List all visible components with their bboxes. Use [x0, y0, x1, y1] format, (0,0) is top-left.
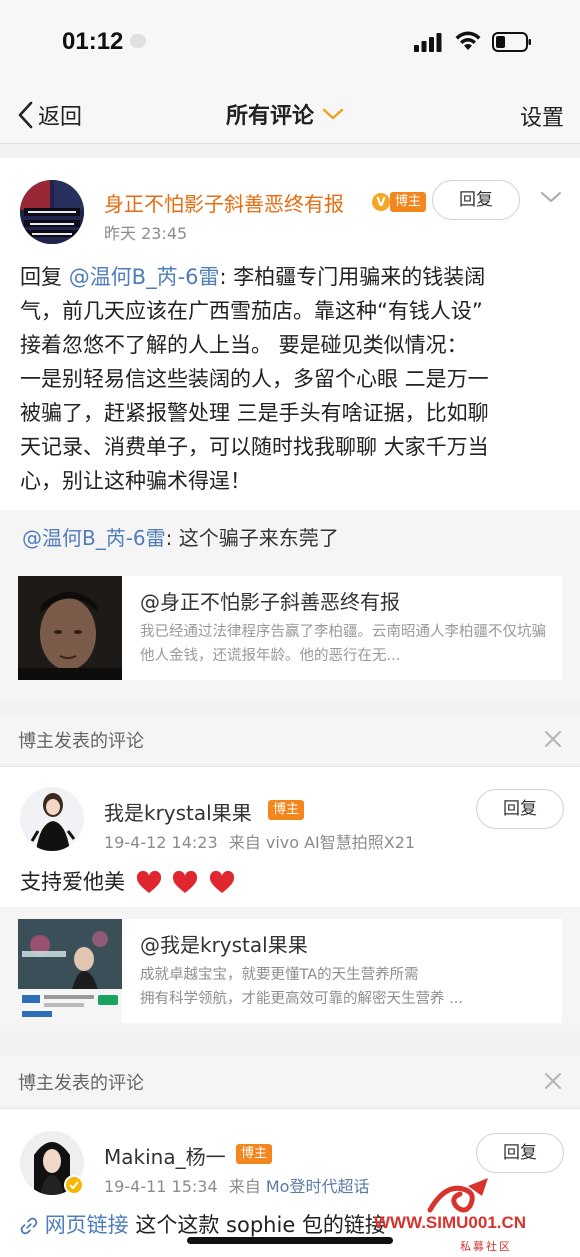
comment-text: 支持爱他美 [20, 870, 125, 894]
comment-body: 支持爱他美 [20, 865, 235, 899]
person-photo-image [18, 576, 122, 680]
watermark: WWW.SIMU001.CN 私募社区 [374, 1176, 574, 1256]
watermark-subtext: 私募社区 [460, 1240, 512, 1253]
section-title: 博主发表的评论 [18, 731, 144, 752]
nav-title-dropdown[interactable]: 所有评论 [226, 98, 344, 130]
wifi-icon [455, 31, 481, 50]
comment-meta: 19-4-12 14:23 来自 vivo AI智慧拍照X21 [104, 829, 415, 853]
close-icon[interactable] [544, 1072, 562, 1090]
comment-line: 心，别让这种骗术得逞！ [20, 469, 251, 493]
source-prefix: 来自 [228, 833, 261, 852]
link-card-desc-line: 成就卓越宝宝，就要更懂TA的天生营养所需 [140, 967, 419, 983]
comment-line: 天记录、消费单子，可以随时找我聊聊 大家千万当 [20, 435, 489, 459]
reply-button[interactable]: 回复 [476, 789, 564, 829]
host-badge: 博主 [390, 192, 427, 212]
status-time: 01:12 [62, 28, 124, 55]
link-thumbnail [18, 919, 122, 1023]
host-badge: 博主 [268, 800, 305, 820]
comment-date: 19-4-11 15:34 [104, 1177, 218, 1196]
comment-source: vivo AI智慧拍照X21 [265, 833, 416, 852]
nav-title: 所有评论 [226, 104, 315, 129]
comment-line-text: : 李柏疆专门用骗来的钱装阔 [219, 265, 486, 289]
link-icon [20, 1217, 38, 1235]
back-button[interactable]: 返回 [16, 98, 82, 132]
host-badge: 博主 [236, 1144, 273, 1164]
author-name[interactable]: 我是krystal果果 [104, 797, 252, 826]
comment-date: 19-4-12 14:23 [104, 833, 218, 852]
link-card-desc-line: 拥有科学领航，才能更高效可靠的解密天生营养 ... [140, 991, 463, 1007]
mention-link[interactable]: @温何B_芮-6雷 [69, 265, 220, 289]
quoted-text: @温何B_芮-6雷: 这个骗子来东莞了 [22, 522, 339, 551]
watermark-text: WWW.SIMU001.CN [374, 1213, 527, 1232]
quoted-body: : 这个骗子来东莞了 [165, 526, 339, 550]
back-label: 返回 [38, 105, 83, 130]
reply-button[interactable]: 回复 [476, 1133, 564, 1173]
chevron-down-icon[interactable] [540, 190, 562, 204]
quoted-post[interactable]: @温何B_芮-6雷: 这个骗子来东莞了 @身正不怕影子斜善恶终有报 我已经通过法… [0, 510, 580, 700]
link-card-title: @我是krystal果果 [140, 933, 308, 957]
quoted-post[interactable]: @我是krystal果果 成就卓越宝宝，就要更懂TA的天生营养所需 拥有科学领航… [0, 907, 580, 1031]
verified-badge-icon [64, 1175, 84, 1195]
home-indicator[interactable] [187, 1237, 393, 1244]
heart-emoji-icon [173, 871, 198, 893]
vip-badge-icon: V [372, 193, 390, 211]
avatar[interactable] [20, 787, 84, 851]
battery-icon [492, 32, 531, 52]
author-name[interactable]: Makina_杨一 [104, 1141, 226, 1170]
main-comment-card: 身正不怕影子斜善恶终有报 V 博主 昨天 23:45 回复 回复 @温何B_芮-… [0, 158, 580, 700]
reply-prefix: 回复 [20, 265, 62, 289]
signal-icon [414, 33, 442, 52]
status-blur [130, 34, 146, 48]
comment-line: 回复 @温何B_芮-6雷: 李柏疆专门用骗来的钱装阔 [20, 260, 565, 294]
heart-emoji-icon [210, 871, 235, 893]
avatar[interactable] [20, 1131, 84, 1195]
comment-body: 回复 @温何B_芮-6雷: 李柏疆专门用骗来的钱装阔 气，前几天应该在广西雪茄店… [20, 260, 565, 498]
avatar-image [20, 180, 84, 244]
chevron-down-icon [322, 108, 344, 120]
comment-source[interactable]: Mo登时代超话 [266, 1177, 370, 1196]
nav-bar: 返回 所有评论 设置 [0, 86, 580, 144]
avatar[interactable] [20, 180, 84, 244]
comment-meta: 19-4-11 15:34 来自 Mo登时代超话 [104, 1173, 369, 1197]
status-bar: 01:12 [0, 0, 580, 86]
link-thumbnail [18, 576, 122, 680]
web-link[interactable]: 网页链接 [45, 1213, 129, 1237]
link-card-title: @身正不怕影子斜善恶终有报 [140, 590, 400, 614]
comment-line: 接着忽悠不了解的人上当。 要是碰见类似情况： [20, 333, 468, 357]
reply-button[interactable]: 回复 [432, 180, 520, 220]
watermark-logo-icon [427, 1178, 488, 1213]
comment-line: 一是别轻易信这些装阔的人，多留个心眼 二是万一 [20, 367, 489, 391]
quoted-mention[interactable]: @温何B_芮-6雷 [22, 526, 166, 550]
link-card[interactable]: @我是krystal果果 成就卓越宝宝，就要更懂TA的天生营养所需 拥有科学领航… [18, 919, 562, 1023]
settings-button[interactable]: 设置 [520, 100, 564, 132]
source-prefix: 来自 [228, 1177, 261, 1196]
ad-banner-image [18, 919, 122, 1023]
link-card-desc: 我已经通过法律程序告赢了李柏疆。云南昭通人李柏疆不仅坑骗他人金钱，还谎报年龄。他… [140, 624, 546, 664]
author-name[interactable]: 身正不怕影子斜善恶终有报 [104, 188, 344, 217]
section-title: 博主发表的评论 [18, 1073, 144, 1094]
section-header: 博主发表的评论 [0, 1056, 580, 1106]
section-header: 博主发表的评论 [0, 714, 580, 764]
avatar-image [20, 787, 84, 851]
comment-line: 气，前几天应该在广西雪茄店。靠这种“有钱人设” [20, 299, 483, 323]
comment-line: 被骗了，赶紧报警处理 三是手头有啥证据，比如聊 [20, 401, 489, 425]
comment-card: 我是krystal果果 博主 19-4-12 14:23 来自 vivo AI智… [0, 766, 580, 1031]
comment-time: 昨天 23:45 [104, 224, 188, 243]
heart-emoji-icon [136, 871, 161, 893]
link-card[interactable]: @身正不怕影子斜善恶终有报 我已经通过法律程序告赢了李柏疆。云南昭通人李柏疆不仅… [18, 576, 562, 680]
comment-text: 这个这款 sophie 包的链接 [135, 1213, 386, 1237]
back-chevron-icon [18, 101, 33, 129]
close-icon[interactable] [544, 730, 562, 748]
